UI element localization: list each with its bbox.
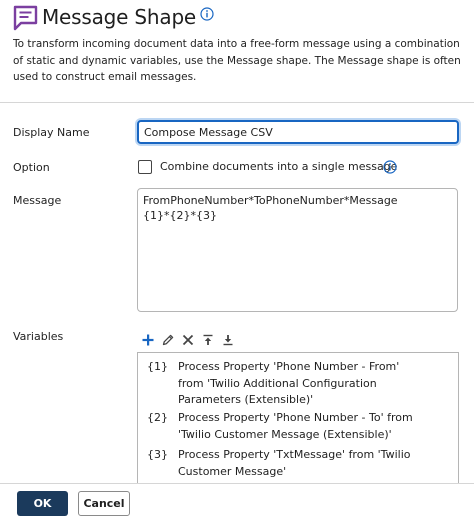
variable-key: {2} xyxy=(147,411,168,424)
display-name-input[interactable] xyxy=(137,120,459,144)
variable-description: Process Property 'Phone Number - From' f… xyxy=(178,360,400,406)
dialog-header: Message Shape To transform incoming docu… xyxy=(0,0,474,103)
title-row: Message Shape xyxy=(12,3,214,31)
plus-icon[interactable] xyxy=(140,332,156,348)
dialog-footer xyxy=(0,483,474,519)
ok-button[interactable]: OK xyxy=(17,491,68,516)
option-label: Option xyxy=(13,161,50,174)
pencil-icon[interactable] xyxy=(160,332,176,348)
list-item[interactable]: {3} Process Property 'TxtMessage' from '… xyxy=(147,447,447,481)
message-textarea[interactable]: FromPhoneNumber*ToPhoneNumber*Message {1… xyxy=(137,188,458,312)
variable-description: Process Property 'TxtMessage' from 'Twil… xyxy=(178,448,411,478)
info-icon[interactable] xyxy=(383,160,397,174)
list-item[interactable]: {2} Process Property 'Phone Number - To'… xyxy=(147,410,447,444)
variable-key: {1} xyxy=(147,360,168,373)
variables-label: Variables xyxy=(13,330,64,343)
variable-description: Process Property 'Phone Number - To' fro… xyxy=(178,411,413,441)
variables-toolbar xyxy=(140,332,240,348)
list-item[interactable]: {1} Process Property 'Phone Number - Fro… xyxy=(147,359,447,409)
move-up-icon[interactable] xyxy=(200,332,216,348)
info-icon[interactable] xyxy=(200,7,214,21)
variables-list[interactable]: {1} Process Property 'Phone Number - Fro… xyxy=(137,352,459,492)
message-label: Message xyxy=(13,194,62,207)
message-square-icon xyxy=(13,5,38,30)
cancel-button[interactable]: Cancel xyxy=(78,491,130,516)
combine-documents-checkbox[interactable] xyxy=(138,160,152,174)
combine-documents-label[interactable]: Combine documents into a single message xyxy=(160,160,397,173)
page-title: Message Shape xyxy=(42,5,197,29)
display-name-label: Display Name xyxy=(13,126,90,139)
close-icon[interactable] xyxy=(180,332,196,348)
shape-description: To transform incoming document data into… xyxy=(13,38,461,83)
move-down-icon[interactable] xyxy=(220,332,236,348)
variable-key: {3} xyxy=(147,448,168,461)
